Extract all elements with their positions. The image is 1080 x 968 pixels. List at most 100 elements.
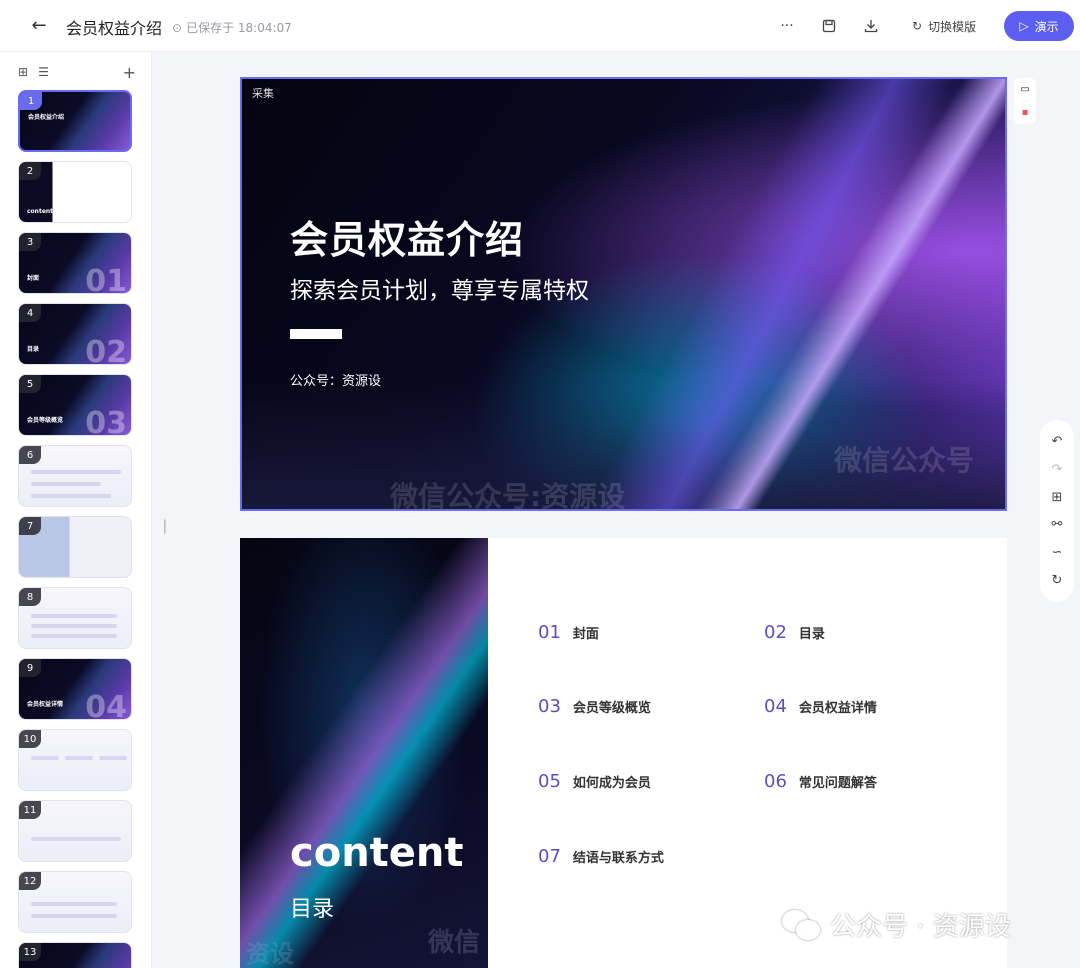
toc-number: 02 xyxy=(764,622,787,643)
present-button[interactable]: ▷ 演示 xyxy=(1004,11,1074,41)
slide-actions-panel: ▭ ▪ xyxy=(1014,78,1036,124)
slide-cover[interactable]: 采集 会员权益介绍 探索会员计划，尊享专属特权 公众号：资源设 微信公众号:资源… xyxy=(240,77,1007,511)
cover-author[interactable]: 公众号：资源设 xyxy=(290,370,381,389)
slide-number: 10 xyxy=(19,730,41,748)
slide-thumbnail[interactable]: 6 xyxy=(18,445,132,507)
slide-number: 13 xyxy=(19,943,41,961)
slide-thumbnail[interactable]: 7 xyxy=(18,516,132,578)
cover-subtitle[interactable]: 探索会员计划，尊享专属特权 xyxy=(290,271,589,305)
toc-item[interactable]: 02 目录 xyxy=(764,622,825,643)
sidebar-toolbar: ⊞ ☰ + xyxy=(18,63,136,82)
toc-item[interactable]: 06 常见问题解答 xyxy=(764,771,877,792)
slide-number: 1 xyxy=(20,92,42,110)
slide-thumbnail[interactable]: 11 xyxy=(18,800,132,862)
toc-item[interactable]: 05 如何成为会员 xyxy=(538,771,651,792)
cover-title[interactable]: 会员权益介绍 xyxy=(290,209,524,264)
toc-text: 常见问题解答 xyxy=(798,776,877,791)
back-arrow-icon[interactable]: ← xyxy=(28,14,50,36)
slide-thumbnail[interactable]: 1 会员权益介绍 xyxy=(18,90,132,152)
contents-en-title[interactable]: content xyxy=(290,830,464,876)
wechat-watermark: 公众号 · 资源设 xyxy=(782,906,1011,943)
delete-icon[interactable]: ▪ xyxy=(1022,107,1029,118)
thumbnail-content-bar xyxy=(31,470,121,474)
slide-thumbnail[interactable]: 10 xyxy=(18,729,132,791)
wechat-icon xyxy=(782,908,822,942)
thumbnail-content-bar xyxy=(31,614,117,618)
mindmap-icon[interactable]: ⚯ xyxy=(1052,517,1063,532)
more-options-button[interactable]: ··· xyxy=(774,13,800,39)
thumbnail-section-number: 02 xyxy=(85,335,127,365)
slide-thumbnail[interactable]: 9 会员权益详情 04 xyxy=(18,658,132,720)
download-icon[interactable] xyxy=(858,13,884,39)
watermark: 微信公众号:资源设 xyxy=(390,480,626,511)
grid-view-icon[interactable]: ⊞ xyxy=(18,65,28,79)
toc-item[interactable]: 01 封面 xyxy=(538,622,599,643)
thumbnail-content-bar xyxy=(99,756,127,760)
document-title[interactable]: 会员权益介绍 xyxy=(66,15,162,39)
undo-icon[interactable]: ↶ xyxy=(1052,434,1063,449)
toc-text: 如何成为会员 xyxy=(572,776,651,791)
slide-thumbnail[interactable]: 8 xyxy=(18,587,132,649)
redo-icon[interactable]: ↷ xyxy=(1052,462,1063,477)
thumbnail-label: 会员权益介绍 xyxy=(28,114,65,121)
refresh-icon: ↻ xyxy=(912,19,923,33)
toc-item[interactable]: 03 会员等级概览 xyxy=(538,696,651,717)
toc-number: 06 xyxy=(764,771,787,792)
slide-number: 12 xyxy=(19,872,41,890)
thumbnail-label: content 目录 xyxy=(27,208,68,215)
slide-thumbnail[interactable]: 3 封面 01 xyxy=(18,232,132,294)
toc-number: 04 xyxy=(764,696,787,717)
watermark-text: 公众号 · 资源设 xyxy=(830,912,1011,942)
slide-contents[interactable]: content 目录 资设 微信 01 封面 02 目录 03 会员等级概览 0… xyxy=(240,538,1007,968)
list-view-icon[interactable]: ☰ xyxy=(38,65,49,79)
refresh-icon[interactable]: ↻ xyxy=(1052,573,1063,588)
saved-status-text: 已保存于 18:04:07 xyxy=(186,21,292,35)
slide-number: 4 xyxy=(19,304,41,322)
add-slide-icon[interactable]: + xyxy=(123,63,136,82)
saved-status: ⊙ 已保存于 18:04:07 xyxy=(172,19,292,36)
switch-template-label: 切换模版 xyxy=(928,19,977,34)
slide-thumbnail[interactable]: 13 xyxy=(18,942,132,968)
thumbnail-section-number: 04 xyxy=(85,690,127,720)
watermark: 微信 xyxy=(428,928,481,958)
toc-item[interactable]: 04 会员权益详情 xyxy=(764,696,877,717)
watermark: 微信公众号 xyxy=(834,444,975,477)
thumbnail-content-bar xyxy=(31,494,111,498)
contents-cn-title[interactable]: 目录 xyxy=(290,891,334,923)
thumbnail-content-bar xyxy=(31,624,117,628)
layout-icon[interactable]: ▭ xyxy=(1020,84,1029,95)
toc-number: 01 xyxy=(538,622,561,643)
thumbnail-content-bar xyxy=(31,837,121,841)
slide-thumbnail[interactable]: 5 会员等级概览 03 xyxy=(18,374,132,436)
slide-number: 8 xyxy=(19,588,41,606)
thumbnail-label: 目录 xyxy=(27,346,40,353)
toc-text: 结语与联系方式 xyxy=(572,851,664,866)
slide-number: 3 xyxy=(19,233,41,251)
toc-text: 会员权益详情 xyxy=(798,701,877,716)
sidebar-collapse-handle[interactable]: ❘ xyxy=(159,518,171,534)
editor-tools-panel: ↶ ↷ ⊞ ⚯ ∽ ↻ xyxy=(1040,420,1074,602)
save-icon[interactable] xyxy=(816,13,842,39)
slide-thumbnail[interactable]: 2 content 目录 xyxy=(18,161,132,223)
top-toolbar: ← 会员权益介绍 ⊙ 已保存于 18:04:07 ··· ↻ 切换模版 ▷ 演示 xyxy=(0,0,1080,52)
slide-thumbnail[interactable]: 12 xyxy=(18,871,132,933)
thumbnail-section-number: 03 xyxy=(85,406,127,436)
toc-item[interactable]: 07 结语与联系方式 xyxy=(538,846,664,867)
slide-number: 6 xyxy=(19,446,41,464)
link-icon[interactable]: ∽ xyxy=(1052,545,1063,560)
switch-template-button[interactable]: ↻ 切换模版 xyxy=(902,12,992,40)
toc-number: 07 xyxy=(538,846,561,867)
slide-thumbnail[interactable]: 4 目录 02 xyxy=(18,303,132,365)
watermark: 资设 xyxy=(246,940,294,968)
play-icon: ▷ xyxy=(1019,19,1029,33)
toc-text: 封面 xyxy=(572,627,599,642)
slide-number: 5 xyxy=(19,375,41,393)
grid-icon[interactable]: ⊞ xyxy=(1052,490,1063,505)
check-circle-icon: ⊙ xyxy=(172,20,183,35)
thumbnail-section-number: 01 xyxy=(85,264,127,294)
toc-text: 目录 xyxy=(798,627,825,642)
toc-text: 会员等级概览 xyxy=(572,701,651,716)
decorative-bar xyxy=(290,329,342,339)
toc-number: 05 xyxy=(538,771,561,792)
thumbnail-content-bar xyxy=(65,756,93,760)
